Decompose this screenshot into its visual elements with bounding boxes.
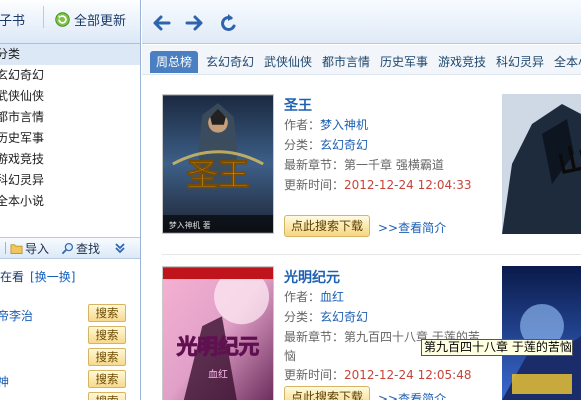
update-all-label: 全部更新 [74,14,127,29]
book-title[interactable]: 圣王 [284,95,312,115]
reload-icon[interactable] [218,12,240,34]
category-item[interactable]: 科幻灵异 [0,170,140,191]
book-category: 分类：玄幻奇幻 [284,138,369,152]
book-updated: 更新时间：2012-12-24 12:04:33 [284,178,472,192]
search-icon [61,242,74,254]
search-download-button[interactable]: 点此搜索下载 [284,386,370,400]
double-chevron-down-icon[interactable] [114,242,126,254]
author-link[interactable]: 梦入神机 [320,118,368,132]
book-category: 分类：玄幻奇幻 [284,310,369,324]
tab-kehuan[interactable]: 科幻灵异 [496,51,544,73]
book-latest-chapter-cont: 恼 [284,349,297,363]
book-cover-partial[interactable]: 山 [502,94,581,234]
reading-search-button[interactable]: 搜索 [88,304,126,322]
category-item[interactable]: 历史军事 [0,128,140,149]
reading-item: 搜索 [0,348,140,368]
reading-item: 神 搜索 [0,370,140,390]
book-title[interactable]: 光明纪元 [284,267,340,287]
category-item[interactable]: 游戏竞技 [0,149,140,170]
tab-weekly-rank[interactable]: 周总榜 [150,51,199,73]
search-download-button[interactable]: 点此搜索下载 [284,215,370,237]
reading-search-button[interactable]: 搜索 [88,392,126,400]
category-list: 分类 玄幻奇幻 武侠仙侠 都市言情 历史军事 游戏竞技 科幻灵异 全本小说 [0,44,140,212]
tab-lishi[interactable]: 历史军事 [380,51,428,73]
tab-wuxia[interactable]: 武侠仙侠 [264,51,312,73]
tooltip: 第九百四十八章 于莲的苦恼 [421,339,573,356]
tab-youxi[interactable]: 游戏竞技 [438,51,486,73]
import-button[interactable]: 导入 [10,240,49,257]
book-cover[interactable]: 光明纪元 血红 [162,266,274,400]
reading-item-name[interactable]: 帝李治 [0,307,33,324]
ebook-tab-label: 电子书 [0,14,26,29]
reading-header: 正在看 [换一换] [0,268,75,285]
view-intro-link[interactable]: >>查看简介 [378,390,446,400]
import-label: 导入 [25,241,50,256]
book-cover[interactable]: 圣王 梦入神机 著 [162,94,274,234]
category-link[interactable]: 玄幻奇幻 [320,138,368,152]
nav-toolbar [142,0,581,44]
search-label: 查找 [76,241,101,256]
category-item[interactable]: 玄幻奇幻 [0,65,140,86]
category-item[interactable]: 全本小说 [0,191,140,212]
swap-link[interactable]: [换一换] [30,270,75,284]
left-pane: 电子书 全部更新 分类 玄幻奇幻 武侠仙侠 都市言情 历史军事 游戏竞技 科幻灵… [0,0,141,400]
left-top-bar: 电子书 全部更新 [0,0,140,44]
cover-author: 血红 [208,367,228,380]
reading-search-button[interactable]: 搜索 [88,326,126,344]
ebook-tab[interactable]: 电子书 [0,6,44,29]
book-cover-partial[interactable] [502,266,581,400]
category-item[interactable]: 武侠仙侠 [0,86,140,107]
reading-title: 正在看 [0,270,25,284]
category-link[interactable]: 玄幻奇幻 [320,310,368,324]
book-author: 作者：血红 [284,290,345,304]
cover-author: 梦入神机 著 [169,220,211,230]
tab-xuanhuan[interactable]: 玄幻奇幻 [206,51,254,73]
reading-search-button[interactable]: 搜索 [88,370,126,388]
update-all-button[interactable]: 全部更新 [54,10,126,29]
category-item[interactable]: 分类 [0,44,140,65]
category-item[interactable]: 都市言情 [0,107,140,128]
reading-item: 搜索 [0,326,140,346]
book-latest-chapter: 最新章节：第一千章 强横霸道 [284,158,444,172]
view-intro-link[interactable]: >>查看简介 [378,219,446,236]
tab-quanben[interactable]: 全本小 [554,51,581,73]
search-button[interactable]: 查找 [61,240,100,257]
tab-dushi[interactable]: 都市言情 [322,51,370,73]
reading-item: 搜索 [0,392,140,400]
category-tabs: 周总榜 玄幻奇幻 武侠仙侠 都市言情 历史军事 游戏竞技 科幻灵异 全本小 [142,45,581,75]
left-toolbar: 导入 查找 [0,237,140,259]
book-author: 作者：梦入神机 [284,118,369,132]
folder-icon [10,243,23,254]
book-updated: 更新时间：2012-12-24 12:05:48 [284,368,472,382]
back-arrow-icon[interactable] [150,12,172,34]
forward-arrow-icon[interactable] [184,12,206,34]
reading-search-button[interactable]: 搜索 [88,348,126,366]
refresh-icon [55,12,70,27]
reading-item: 帝李治 搜索 [0,304,140,324]
reading-item-name[interactable]: 神 [0,373,9,390]
cover-title: 光明纪元 [176,335,260,359]
author-link[interactable]: 血红 [320,290,344,304]
cover-title: 圣王 [187,158,250,194]
